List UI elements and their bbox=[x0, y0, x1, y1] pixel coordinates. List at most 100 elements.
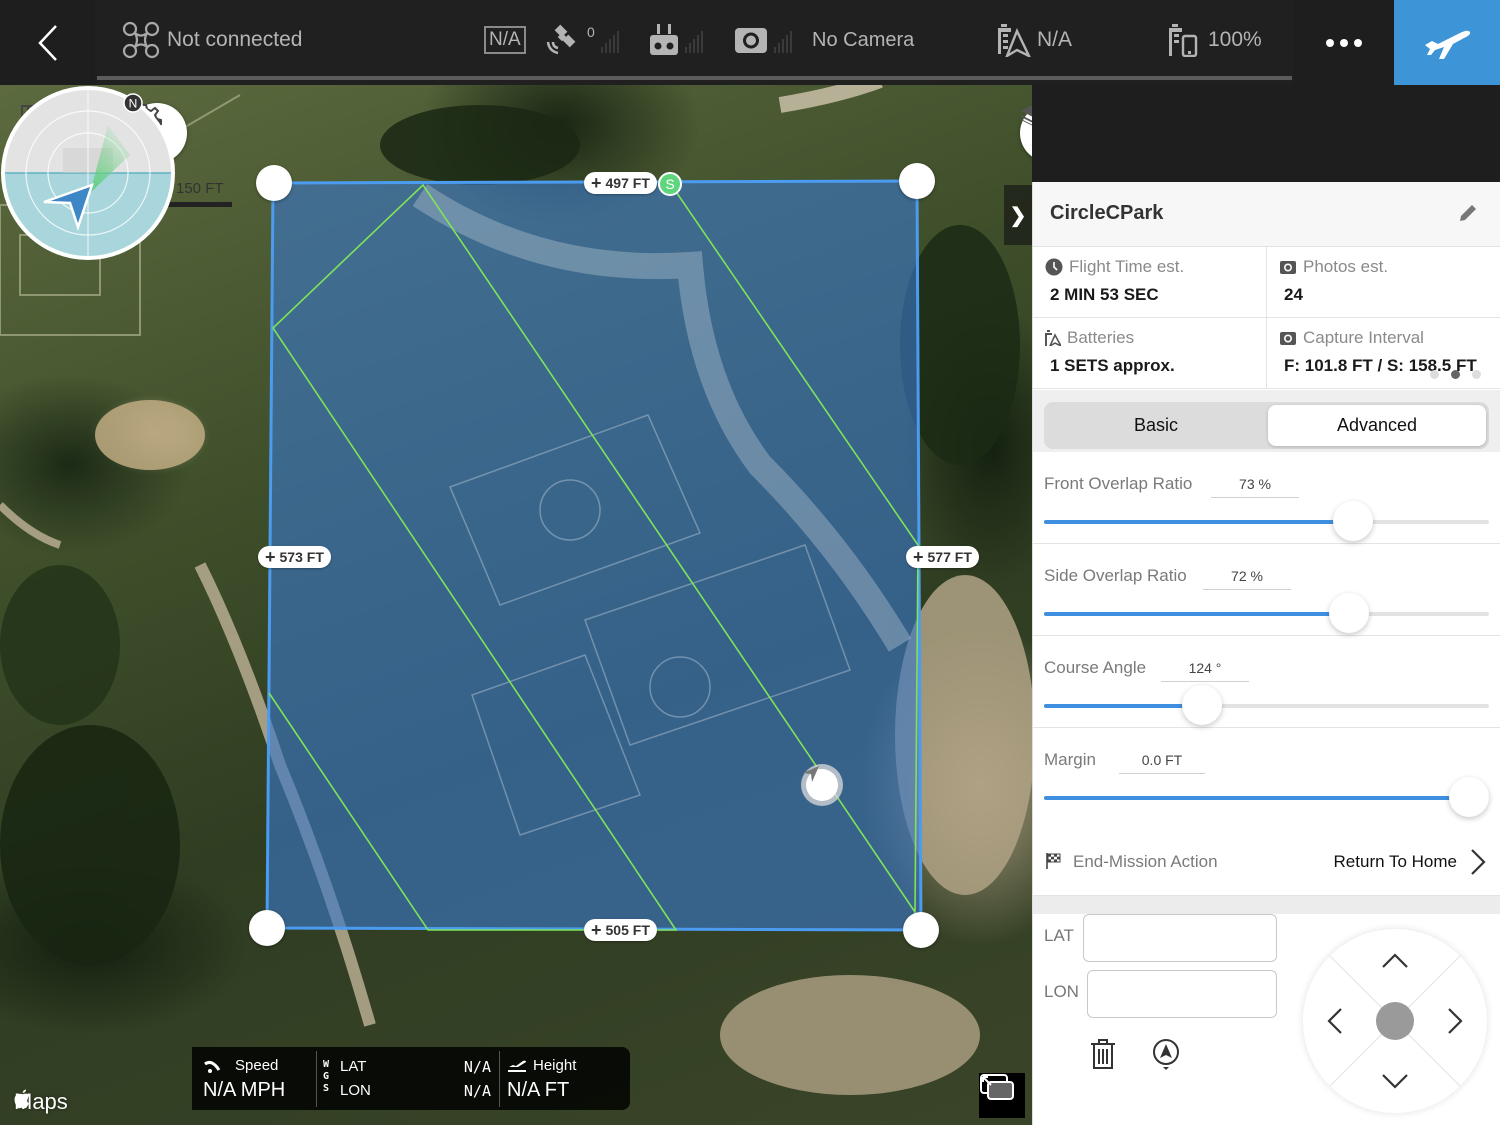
end-mission-label: End-Mission Action bbox=[1073, 852, 1218, 871]
slider-track[interactable] bbox=[1044, 777, 1489, 817]
back-button[interactable] bbox=[0, 0, 95, 85]
nudge-right-button[interactable] bbox=[1435, 1001, 1475, 1041]
clock-icon bbox=[1045, 258, 1063, 276]
chevron-up-icon bbox=[1382, 953, 1408, 968]
satellite-indicator[interactable]: 0 bbox=[543, 0, 619, 80]
stats-page-indicator[interactable] bbox=[1430, 370, 1481, 379]
waypoint-coordinates: LAT LON bbox=[1033, 896, 1500, 1125]
home-point-marker[interactable] bbox=[801, 764, 843, 806]
slider-thumb[interactable] bbox=[1333, 501, 1374, 541]
device-battery-indicator[interactable]: 100% bbox=[1168, 0, 1262, 80]
slider-fill bbox=[1044, 520, 1354, 524]
edge-length-right[interactable]: +577 FT bbox=[906, 546, 979, 568]
slider-thumb[interactable] bbox=[1328, 593, 1369, 633]
position-readout: W G S LAT N/A LON N/A bbox=[323, 1058, 491, 1100]
batteries-value: 1 SETS approx. bbox=[1050, 356, 1175, 375]
photos-stat: Photos est. 24 bbox=[1267, 247, 1500, 318]
edge-length-left[interactable]: +573 FT bbox=[258, 546, 331, 568]
navigation-pin-icon bbox=[1153, 1039, 1179, 1070]
tab-basic[interactable]: Basic bbox=[1047, 405, 1265, 446]
add-point-icon: + bbox=[265, 547, 276, 567]
remote-signal-bars bbox=[685, 27, 703, 53]
fly-mission-button[interactable] bbox=[1394, 0, 1500, 85]
chevron-right-icon bbox=[1471, 849, 1486, 875]
lat-input[interactable] bbox=[1083, 914, 1277, 962]
height-readout: Height N/A FT bbox=[507, 1057, 577, 1101]
page-dot[interactable] bbox=[1472, 370, 1481, 379]
add-point-icon: + bbox=[913, 547, 924, 567]
slider-label: Margin bbox=[1044, 750, 1096, 769]
waypoint-nudge-dpad bbox=[1303, 929, 1487, 1113]
speed-readout: Speed N/A MPH bbox=[203, 1057, 286, 1101]
satellite-signal-bars bbox=[600, 27, 619, 53]
nudge-center-button[interactable] bbox=[1376, 1002, 1414, 1040]
slider-row-front-overlap-ratio: Front Overlap Ratio 73 % bbox=[1033, 452, 1500, 544]
battery-icon bbox=[1045, 330, 1061, 346]
slider-value[interactable]: 0.0 FT bbox=[1119, 750, 1205, 774]
device-battery-icon bbox=[1169, 24, 1198, 57]
slider-value[interactable]: 124 ° bbox=[1161, 658, 1249, 682]
edge-length-bottom[interactable]: +505 FT bbox=[584, 919, 657, 941]
airplane-icon bbox=[1425, 30, 1471, 59]
area-corner-handle-bottom-right[interactable] bbox=[903, 912, 939, 948]
camera-icon bbox=[1280, 332, 1296, 345]
lon-value: N/A bbox=[463, 1082, 491, 1100]
end-mission-action-row[interactable]: End-Mission Action Return To Home bbox=[1033, 828, 1500, 896]
picture-in-picture-button[interactable] bbox=[979, 1073, 1025, 1118]
pencil-icon bbox=[1460, 205, 1476, 221]
datum-label: W G S bbox=[323, 1059, 330, 1094]
nudge-down-button[interactable] bbox=[1375, 1061, 1415, 1101]
north-label: N bbox=[129, 97, 138, 111]
end-mission-value: Return To Home bbox=[1333, 852, 1457, 871]
slider-value[interactable]: 73 % bbox=[1211, 474, 1299, 498]
location-arrow-icon bbox=[803, 766, 819, 782]
connection-status[interactable]: Not connected bbox=[122, 0, 302, 80]
gps-mode-text: N/A bbox=[484, 26, 526, 54]
slider-thumb[interactable] bbox=[1448, 777, 1489, 817]
delete-waypoint-button[interactable] bbox=[1090, 1038, 1116, 1075]
slider-label: Side Overlap Ratio bbox=[1044, 566, 1187, 585]
panel-header: CircleCPark bbox=[1033, 182, 1500, 247]
slider-track[interactable] bbox=[1044, 685, 1489, 725]
flight-time-value: 2 MIN 53 SEC bbox=[1050, 285, 1159, 304]
area-corner-handle-bottom-left[interactable] bbox=[249, 910, 285, 946]
satellite-count: 0 bbox=[587, 24, 595, 40]
slider-thumb[interactable] bbox=[1182, 685, 1223, 725]
start-point-marker[interactable]: S bbox=[658, 172, 682, 196]
page-dot[interactable] bbox=[1451, 370, 1460, 379]
lon-input[interactable] bbox=[1087, 970, 1277, 1018]
checkered-flag-icon bbox=[1046, 853, 1061, 869]
speedometer-icon bbox=[204, 1061, 221, 1073]
collapse-panel-button[interactable]: ❯ bbox=[1004, 185, 1032, 245]
slider-row-margin: Margin 0.0 FT bbox=[1033, 728, 1500, 820]
page-dot[interactable] bbox=[1430, 370, 1439, 379]
drone-icon bbox=[122, 21, 160, 59]
nudge-left-button[interactable] bbox=[1315, 1001, 1355, 1041]
nudge-up-button[interactable] bbox=[1375, 941, 1415, 981]
aircraft-battery-indicator[interactable]: N/A bbox=[997, 0, 1072, 80]
camera-status[interactable]: No Camera bbox=[734, 0, 914, 80]
maps-attribution: Maps bbox=[14, 1089, 68, 1114]
camera-icon bbox=[735, 28, 767, 53]
chevron-down-icon bbox=[1382, 1074, 1408, 1089]
slider-value[interactable]: 72 % bbox=[1203, 566, 1291, 590]
tab-advanced[interactable]: Advanced bbox=[1268, 405, 1486, 446]
satellite-map[interactable]: 0 150 FT 2D +497 FT bbox=[0, 85, 1032, 1125]
slider-fill bbox=[1044, 704, 1203, 708]
slider-track[interactable] bbox=[1044, 501, 1489, 541]
more-options-button[interactable] bbox=[1294, 0, 1394, 85]
gps-mode-indicator[interactable]: N/A bbox=[484, 0, 526, 80]
chevron-left-icon bbox=[1327, 1008, 1342, 1034]
area-corner-handle-top-left[interactable] bbox=[256, 165, 292, 201]
set-waypoint-location-button[interactable] bbox=[1152, 1039, 1180, 1076]
edge-length-top[interactable]: +497 FT bbox=[584, 172, 657, 194]
area-corner-handle-top-right[interactable] bbox=[899, 163, 935, 199]
slider-track[interactable] bbox=[1044, 593, 1489, 633]
trash-icon bbox=[1091, 1039, 1115, 1069]
edit-mission-name-button[interactable] bbox=[1457, 202, 1481, 226]
apple-logo-icon bbox=[14, 1089, 30, 1109]
aircraft-battery-text: N/A bbox=[1037, 28, 1073, 51]
takeoff-height-icon bbox=[508, 1060, 526, 1072]
slider-fill bbox=[1044, 612, 1349, 616]
remote-controller-indicator[interactable] bbox=[649, 0, 703, 80]
